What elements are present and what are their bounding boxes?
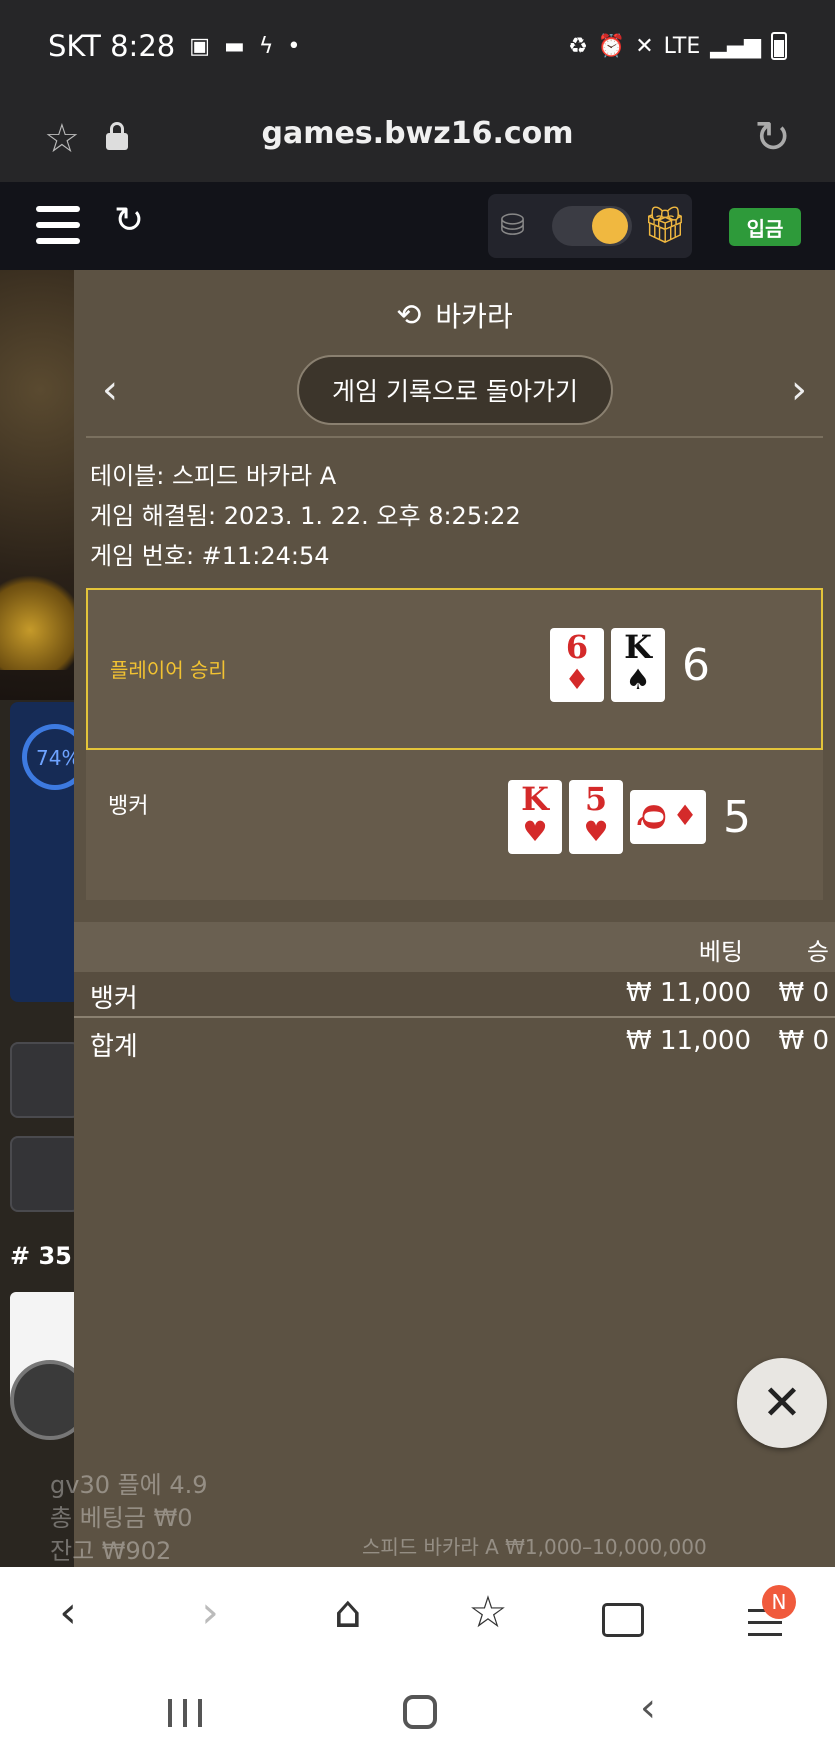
user-line: gv30 플에 4.9 [50, 1471, 208, 1499]
history-icon: ⟲ [396, 297, 422, 333]
history-title-text: 바카라 [435, 300, 513, 333]
url-bar: ☆ games.bwz16.com ↻ [0, 92, 835, 182]
player-card-1: 6 ♦ [550, 628, 604, 702]
banker-label: 뱅커 [108, 794, 149, 819]
banker-card-1: K ♥ [508, 780, 562, 854]
lte-label: LTE [663, 33, 701, 59]
balance-text: 잔고 ₩902 [50, 1537, 172, 1565]
win-column-header: 승 [806, 938, 829, 966]
app-icon: ϟ [258, 33, 274, 59]
bet-win: ₩ 0 [778, 978, 829, 1008]
hamburger-menu-icon[interactable] [36, 206, 80, 244]
currency-toggle-group: ⛁ 🎁︎ [488, 194, 692, 258]
close-button[interactable]: ✕ [737, 1358, 827, 1448]
bet-amount: ₩ 11,000 [626, 978, 751, 1008]
player-card-2: K ♠ [611, 628, 665, 702]
side-bet-button[interactable] [10, 1136, 80, 1212]
status-bar: SKT 8:28 ▣ ▬ ϟ • ♻ ⏰ ✕ LTE ▂▄▆ [0, 0, 835, 92]
dot-icon: • [287, 33, 301, 59]
bet-column-header: 베팅 [698, 938, 743, 966]
favorites-icon[interactable]: ☆ [458, 1587, 518, 1638]
table-limits-text: 스피드 바카라 A ₩1,000–10,000,000 [362, 1535, 707, 1559]
prev-game-chevron-icon[interactable]: ‹ [102, 370, 118, 410]
bet-name: 뱅커 [90, 984, 138, 1014]
gold-decoration [0, 570, 80, 670]
banker-score: 5 [723, 791, 751, 843]
total-amount: ₩ 11,000 [626, 1026, 751, 1056]
battery-icon [771, 32, 787, 60]
forward-icon[interactable]: › [180, 1587, 240, 1638]
browser-toolbar: ‹ › ⌂ ☆ 1 N [0, 1567, 835, 1671]
alarm-icon: ⏰ [597, 33, 626, 59]
mute-icon: ✕ [635, 33, 654, 59]
player-score: 6 [682, 639, 710, 691]
total-label: 합계 [90, 1032, 138, 1062]
refresh-icon[interactable]: ↻ [114, 200, 144, 241]
signal-icon: ▂▄▆ [710, 33, 761, 59]
divider [86, 436, 823, 438]
banker-card-2: 5 ♥ [569, 780, 623, 854]
table-name: 테이블: 스피드 바카라 A [90, 462, 337, 490]
back-to-history-button[interactable]: 게임 기록으로 돌아가기 [297, 355, 613, 425]
gift-icon[interactable]: 🎁︎ [642, 204, 688, 246]
currency-toggle[interactable] [552, 206, 632, 246]
total-win: ₩ 0 [778, 1026, 829, 1056]
banker-card-3: Q ♦ [630, 790, 706, 844]
player-result-label: 플레이어 승리 [110, 658, 227, 682]
banker-hand: 뱅커 K ♥ 5 ♥ Q ♦ 5 [86, 750, 823, 900]
total-bet-text: 총 베팅금 ₩0 [50, 1504, 193, 1532]
bet-table-header: 베팅 승 [74, 922, 835, 972]
message-icon: ▬ [224, 33, 245, 59]
round-number: # 35 [10, 1242, 72, 1270]
game-number: 게임 번호: #11:24:54 [90, 542, 330, 570]
tabs-button[interactable]: 1 [602, 1603, 644, 1637]
reload-icon[interactable]: ↻ [754, 112, 791, 163]
close-icon: ✕ [761, 1375, 803, 1431]
carrier-time: SKT 8:28 [48, 29, 176, 63]
next-game-chevron-icon[interactable]: › [791, 370, 807, 410]
recent-apps-icon[interactable] [168, 1699, 202, 1727]
history-title: ⟲ 바카라 [74, 290, 835, 340]
total-row: 합계 ₩ 11,000 ₩ 0 [74, 1020, 835, 1066]
coins-icon: ⛁ [500, 208, 526, 243]
recycle-icon: ♻ [568, 33, 588, 59]
site-header: ↻ ⛁ 🎁︎ 입금 [0, 182, 835, 270]
url-text[interactable]: games.bwz16.com [0, 116, 835, 151]
back-icon[interactable]: ‹ [38, 1587, 98, 1638]
webtoon-icon: ▣ [189, 33, 211, 59]
system-home-icon[interactable] [403, 1695, 437, 1729]
player-bonus-button[interactable] [10, 1042, 80, 1118]
player-hand: 플레이어 승리 6 ♦ K ♠ 6 [86, 588, 823, 750]
home-icon[interactable]: ⌂ [318, 1587, 378, 1638]
system-back-icon[interactable]: ‹ [640, 1685, 656, 1731]
notification-badge: N [762, 1585, 796, 1619]
system-navigation: ‹ [0, 1671, 835, 1763]
resolved-time: 게임 해결됨: 2023. 1. 22. 오후 8:25:22 [90, 502, 521, 530]
banker-cards: K ♥ 5 ♥ Q ♦ 5 [508, 780, 751, 854]
game-history-panel: ⟲ 바카라 ‹ 게임 기록으로 돌아가기 › 테이블: 스피드 바카라 A 게임… [74, 270, 835, 1567]
deposit-button[interactable]: 입금 [729, 208, 801, 246]
player-cards: 6 ♦ K ♠ 6 [550, 628, 710, 702]
table-row: 뱅커 ₩ 11,000 ₩ 0 [74, 972, 835, 1018]
